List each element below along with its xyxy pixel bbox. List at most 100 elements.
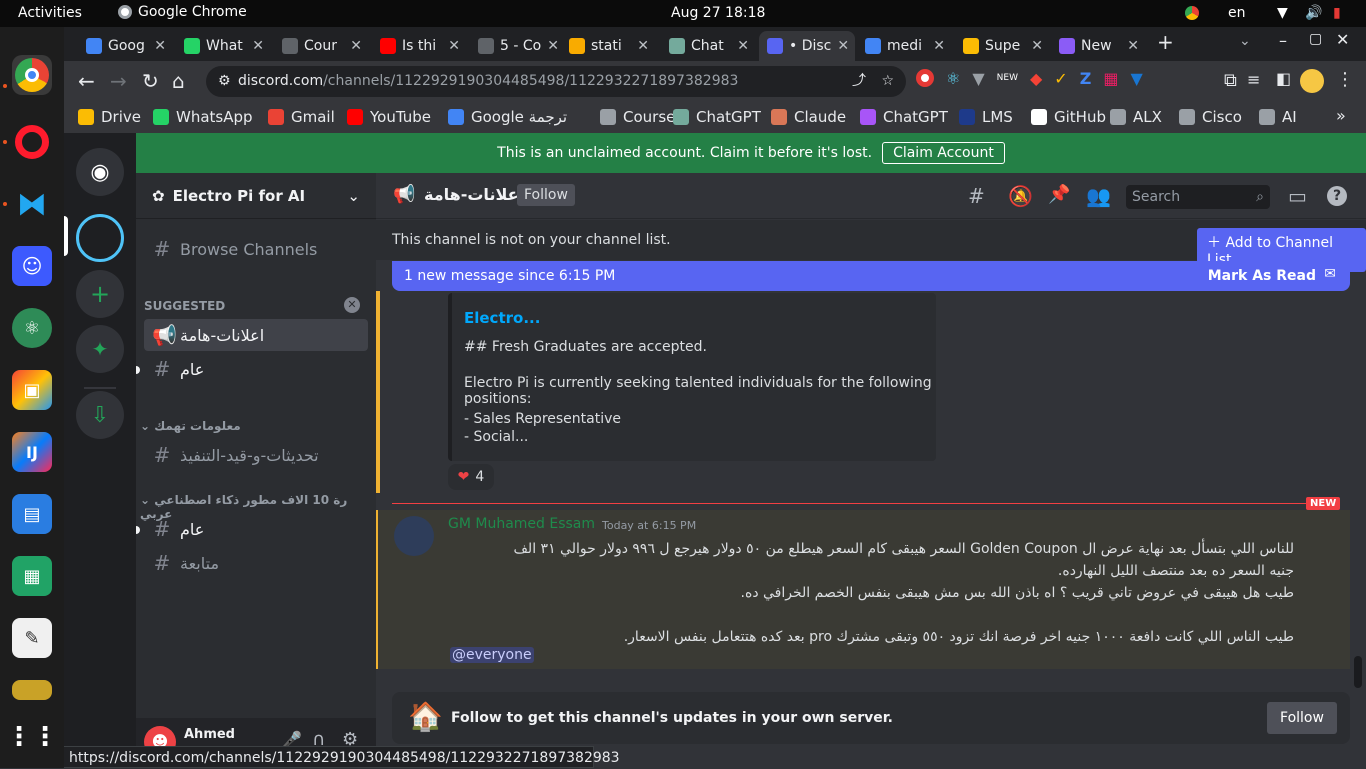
share-icon[interactable]: ⤴ [852,66,866,97]
wifi-icon[interactable]: ▼ [1277,5,1288,21]
vscode-dock-icon[interactable]: ⧓ [12,184,52,224]
tab-close-icon[interactable]: ✕ [1031,38,1043,54]
opera-dock-icon[interactable] [12,122,52,162]
channel-follow-up[interactable]: # متابعة [144,547,368,579]
header-follow-button[interactable]: Follow [517,184,575,206]
tab-close-icon[interactable]: ✕ [252,38,264,54]
tab-close-icon[interactable]: ✕ [737,38,749,54]
writer-dock-icon[interactable]: ▤ [12,494,52,534]
back-icon[interactable]: ← [78,69,95,93]
follow-button[interactable]: Follow [1267,702,1337,734]
ext-vue-icon[interactable]: ▼ [972,69,984,88]
tab-close-icon[interactable]: ✕ [154,38,166,54]
contacts-dock-icon[interactable]: ☺ [12,246,52,286]
intellij-dock-icon[interactable]: IJ [12,432,52,472]
site-info-icon[interactable]: ⚙ [218,66,231,97]
author-name[interactable]: GM Muhamed Essam [448,516,595,532]
category-important-info[interactable]: ⌄ معلومات تهمك [140,419,241,433]
ext-record-icon[interactable] [916,69,934,87]
tab-close-icon[interactable]: ✕ [350,38,362,54]
server-header[interactable]: ✿ Electro Pi for AI ⌄ [136,173,376,219]
threads-icon[interactable]: # [968,184,985,208]
browser-tab[interactable]: Goog ✕ [78,31,174,61]
search-input[interactable]: Search ⌕ [1126,185,1270,209]
atom-dock-icon[interactable]: ⚛ [12,308,52,348]
bookmark-item[interactable]: WhatsApp [153,108,253,126]
address-bar[interactable]: ⚙ discord.com/channels/11229291903044854… [206,66,906,97]
bookmark-item[interactable]: Courses [600,108,683,126]
browser-tab[interactable]: 5 - Co ✕ [470,31,566,61]
dismiss-suggested-icon[interactable]: ✕ [344,297,360,313]
inbox-icon[interactable]: ▭ [1288,184,1307,208]
member-list-icon[interactable]: 👥 [1086,184,1111,208]
maximize-icon[interactable]: ▢ [1309,31,1322,47]
browser-tab[interactable]: What ✕ [176,31,272,61]
bookmark-item[interactable]: Cisco [1179,108,1242,126]
bookmark-item[interactable]: LMS [959,108,1013,126]
ext-new-icon[interactable]: NEW [997,73,1018,88]
electro-pi-server-icon[interactable] [76,214,124,262]
calc-dock-icon[interactable]: ▦ [12,556,52,596]
show-apps-icon[interactable]: ⋮⋮ [6,717,58,757]
text-editor-dock-icon[interactable]: ✎ [12,618,52,658]
channel-general-2[interactable]: # عام [144,513,368,545]
new-tab-icon[interactable]: + [1157,30,1174,54]
bookmark-item[interactable]: AI [1259,108,1297,126]
add-server-icon[interactable]: + [76,270,124,318]
app-menu[interactable]: Google Chrome [118,4,247,20]
minimize-icon[interactable]: – [1279,31,1287,50]
tab-close-icon[interactable]: ✕ [837,38,849,54]
tab-close-icon[interactable]: ✕ [448,38,460,54]
tab-search-icon[interactable]: ⌄ [1239,33,1251,49]
more-bookmarks-icon[interactable]: » [1336,106,1346,125]
download-apps-icon[interactable]: ⇩ [76,391,124,439]
bookmark-item[interactable]: Claude [771,108,846,126]
ext-grid-icon[interactable]: ▦ [1103,69,1118,88]
profile-avatar[interactable] [1300,69,1324,93]
mark-as-read-button[interactable]: Mark As Read [1208,268,1316,284]
pin-icon[interactable]: 📌 [1048,184,1070,205]
help-icon[interactable]: ? [1327,186,1347,206]
browser-tab[interactable]: Chat ✕ [661,31,757,61]
channel-announcements[interactable]: 📢 اعلانات-هامة [144,319,368,351]
close-window-icon[interactable]: ✕ [1336,30,1349,49]
discord-home-icon[interactable]: ◉ [76,148,124,196]
browser-tab[interactable]: Cour ✕ [274,31,370,61]
tab-close-icon[interactable]: ✕ [933,38,945,54]
clock[interactable]: Aug 27 18:18 [671,5,765,21]
bookmark-item[interactable]: ChatGPT [673,108,761,126]
browser-tab[interactable]: Is thi ✕ [372,31,468,61]
volume-icon[interactable]: 🔊 [1305,5,1322,21]
media-control-icon[interactable]: ≡ [1247,70,1260,89]
activities-button[interactable]: Activities [18,5,82,21]
extensions-icon[interactable]: ⧉ [1224,70,1237,91]
embed-title-link[interactable]: Electro... [464,309,540,327]
ext-react-icon[interactable]: ⚛ [946,69,960,88]
reload-icon[interactable]: ↻ [142,69,159,93]
bookmark-item[interactable]: Google ترجمة [448,108,567,126]
bookmark-item[interactable]: Drive [78,108,141,126]
bookmark-item[interactable]: YouTube [347,108,431,126]
scrollbar-thumb[interactable] [1354,656,1362,688]
bookmark-item[interactable]: GitHub [1031,108,1106,126]
ext-z-icon[interactable]: Z [1080,69,1092,88]
home-icon[interactable]: ⌂ [172,69,185,93]
channel-general[interactable]: # عام [144,353,368,385]
reaction-heart[interactable]: ❤ 4 [448,464,494,490]
disks-dock-icon[interactable] [12,680,52,700]
tab-close-icon[interactable]: ✕ [547,38,559,54]
author-avatar[interactable] [394,516,434,556]
bookmark-item[interactable]: ChatGPT [860,108,948,126]
ext-grammar-icon[interactable]: ✓ [1054,69,1067,88]
battery-icon[interactable]: ▮ [1333,5,1341,21]
browser-tab[interactable]: • Disc ✕ [759,31,855,61]
bookmark-item[interactable]: Gmail [268,108,335,126]
username[interactable]: Ahmed [184,727,235,742]
bookmark-star-icon[interactable]: ☆ [881,66,894,97]
chrome-menu-icon[interactable]: ⋮ [1336,69,1354,90]
channel-updates[interactable]: # تحديثات-و-قيد-التنفيذ [144,439,368,471]
tab-close-icon[interactable]: ✕ [1127,38,1139,54]
virtualbox-dock-icon[interactable]: ▣ [12,370,52,410]
everyone-mention[interactable]: @everyone [450,647,534,663]
browse-channels[interactable]: # Browse Channels [144,233,368,265]
